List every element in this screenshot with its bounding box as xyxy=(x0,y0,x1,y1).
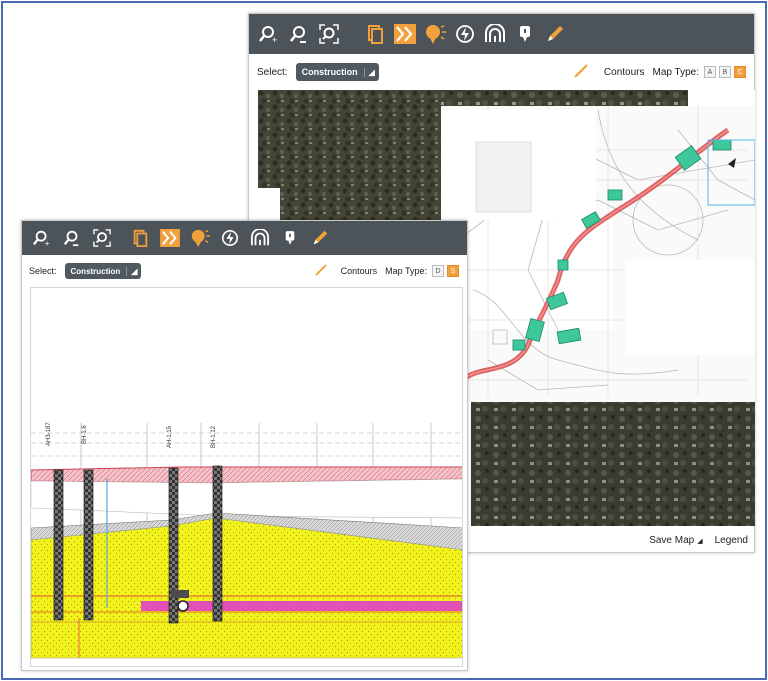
borehole-label-1: AH3-187 xyxy=(46,422,52,446)
borehole-label-2: BH-1.6 xyxy=(82,425,88,444)
zoom-out-icon[interactable] xyxy=(287,22,311,46)
chevron-forward-icon[interactable] xyxy=(158,226,182,250)
layers-icon[interactable] xyxy=(128,226,152,250)
measure-icon[interactable] xyxy=(314,264,327,278)
lightbulb-icon[interactable] xyxy=(423,22,447,46)
zoom-out-icon[interactable] xyxy=(60,226,84,250)
zoom-in-icon[interactable]: + xyxy=(30,226,54,250)
borehole-label-4: BH-1.12 xyxy=(211,425,217,448)
section-window-front: + Select: Construction ◢ Contours Map Typ… xyxy=(21,220,468,671)
pencil-icon[interactable] xyxy=(543,22,567,46)
dropdown-arrow-icon: ◢ xyxy=(126,266,137,276)
marker-icon[interactable] xyxy=(513,22,537,46)
tunnel-icon[interactable] xyxy=(248,226,272,250)
toolbar: + xyxy=(22,221,467,255)
map-type-c-button[interactable]: C xyxy=(734,66,746,78)
select-value: Construction xyxy=(301,67,358,77)
tunnel-marker xyxy=(177,600,189,612)
svg-text:+: + xyxy=(272,35,277,44)
lightning-icon[interactable] xyxy=(453,22,477,46)
section-canvas xyxy=(31,423,462,659)
layers-icon[interactable] xyxy=(363,22,387,46)
map-type-label: Map Type: xyxy=(385,266,427,276)
select-label: Select: xyxy=(257,66,288,78)
borehole-label-3: AH-1.15 xyxy=(167,425,173,448)
dropdown-arrow-icon: ◢ xyxy=(363,67,375,77)
chevron-forward-icon[interactable] xyxy=(393,22,417,46)
geological-section-view[interactable]: AH3-187 BH-1.6 AH-1.15 BH-1.12 xyxy=(30,287,463,667)
map-controls-bar: Select: Construction ◢ Contours Map Type:… xyxy=(249,58,754,86)
lightbulb-icon[interactable] xyxy=(188,226,212,250)
contours-toggle[interactable]: Contours xyxy=(341,266,378,276)
legend-button[interactable]: Legend xyxy=(715,535,748,546)
lightning-icon[interactable] xyxy=(218,226,242,250)
toolbar: + xyxy=(249,14,754,54)
marker-icon[interactable] xyxy=(278,226,302,250)
select-dropdown[interactable]: Construction ◢ xyxy=(295,63,379,81)
zoom-extent-icon[interactable] xyxy=(317,22,341,46)
map-type-a-button[interactable]: A xyxy=(704,66,716,78)
borehole-3[interactable] xyxy=(168,467,179,624)
map-type-label: Map Type: xyxy=(652,66,699,78)
map-type-s-button[interactable]: S xyxy=(447,265,459,277)
borehole-2[interactable] xyxy=(83,469,94,621)
save-map-arrow-icon: ◢ xyxy=(697,537,703,545)
svg-text:+: + xyxy=(45,239,50,247)
contours-toggle[interactable]: Contours xyxy=(604,67,645,78)
tunnel-icon[interactable] xyxy=(483,22,507,46)
zoom-in-icon[interactable]: + xyxy=(257,22,281,46)
map-controls-bar: Select: Construction ◢ Contours Map Type:… xyxy=(22,259,467,283)
measure-icon[interactable] xyxy=(574,63,588,81)
select-value: Construction xyxy=(70,266,121,276)
save-map-button[interactable]: Save Map xyxy=(649,535,694,546)
pencil-icon[interactable] xyxy=(308,226,332,250)
zoom-extent-icon[interactable] xyxy=(90,226,114,250)
select-label: Select: xyxy=(29,266,57,276)
map-type-d-button[interactable]: D xyxy=(432,265,444,277)
borehole-4[interactable] xyxy=(212,465,223,622)
select-dropdown[interactable]: Construction ◢ xyxy=(64,263,142,279)
map-type-b-button[interactable]: B xyxy=(719,66,731,78)
borehole-1[interactable] xyxy=(53,469,64,621)
map-footer: Save Map ◢ Legend xyxy=(649,535,748,546)
